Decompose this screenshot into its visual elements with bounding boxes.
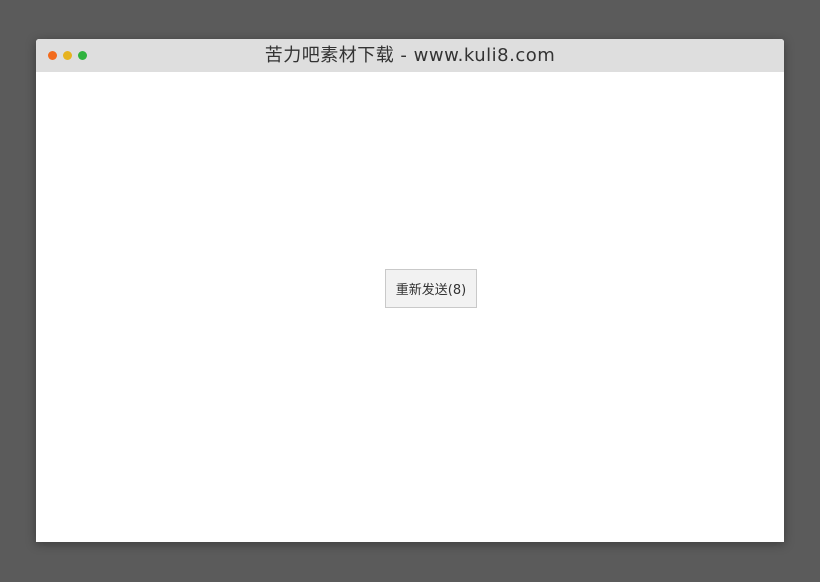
page-content: 重新发送(8) [36, 72, 784, 542]
resend-countdown-button[interactable]: 重新发送(8) [385, 269, 477, 308]
browser-window: 苦力吧素材下载 - www.kuli8.com 重新发送(8) [36, 39, 784, 542]
title-bar: 苦力吧素材下载 - www.kuli8.com [36, 39, 784, 73]
window-title: 苦力吧素材下载 - www.kuli8.com [264, 45, 556, 66]
